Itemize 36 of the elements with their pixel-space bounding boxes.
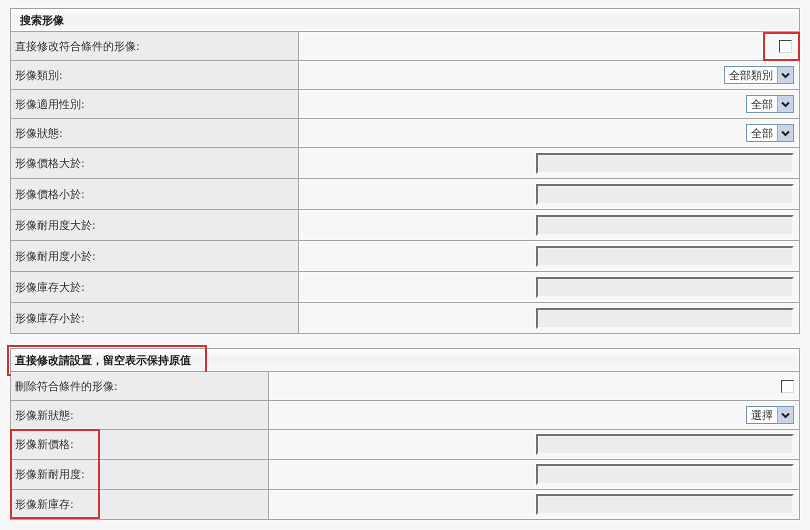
field-label: 形像庫存大於: bbox=[15, 280, 85, 294]
field-label: 形像狀態: bbox=[15, 126, 63, 140]
field-label: 形像新價格: bbox=[15, 437, 74, 452]
input-field[interactable] bbox=[536, 214, 794, 236]
field-label: 形像價格小於: bbox=[15, 186, 85, 202]
input-field[interactable] bbox=[536, 434, 794, 455]
field-label: 形像耐用度小於: bbox=[15, 248, 96, 264]
dropdown[interactable]: 全部類別 bbox=[724, 66, 794, 84]
dropdown[interactable]: 選擇 bbox=[746, 406, 794, 424]
section-title: 直接修改請設置，留空表示保持原值 bbox=[9, 346, 205, 374]
checkbox[interactable] bbox=[781, 380, 794, 392]
section-title: 搜索形像 bbox=[18, 12, 65, 28]
caret-icon bbox=[781, 72, 790, 78]
input-field[interactable] bbox=[536, 152, 794, 174]
input-field[interactable] bbox=[536, 276, 794, 298]
field-label: 直接修改符合條件的形像: bbox=[15, 38, 140, 54]
input-field[interactable] bbox=[536, 308, 794, 328]
input-field[interactable] bbox=[536, 464, 794, 485]
caret-icon bbox=[781, 100, 790, 108]
caret-icon bbox=[781, 130, 790, 136]
field-label: 形像耐用度大於: bbox=[15, 218, 96, 232]
field-label: 形像新狀態: bbox=[15, 408, 74, 422]
input-field[interactable] bbox=[536, 494, 794, 515]
checkbox[interactable] bbox=[779, 40, 792, 52]
caret-icon bbox=[781, 412, 790, 418]
input-field[interactable] bbox=[536, 246, 794, 266]
field-label: 刪除符合條件的形像: bbox=[15, 378, 118, 394]
dropdown[interactable]: 全部 bbox=[746, 95, 794, 113]
field-label: 形像適用性別: bbox=[15, 96, 85, 112]
field-label: 形像價格大於: bbox=[15, 156, 85, 170]
field-label: 形像新庫存: bbox=[15, 497, 74, 512]
field-label: 形像新耐用度: bbox=[15, 467, 85, 482]
field-label: 形像庫存小於: bbox=[15, 310, 85, 326]
field-label: 形像類別: bbox=[15, 68, 63, 82]
input-field[interactable] bbox=[536, 184, 794, 204]
dropdown[interactable]: 全部 bbox=[746, 124, 794, 142]
